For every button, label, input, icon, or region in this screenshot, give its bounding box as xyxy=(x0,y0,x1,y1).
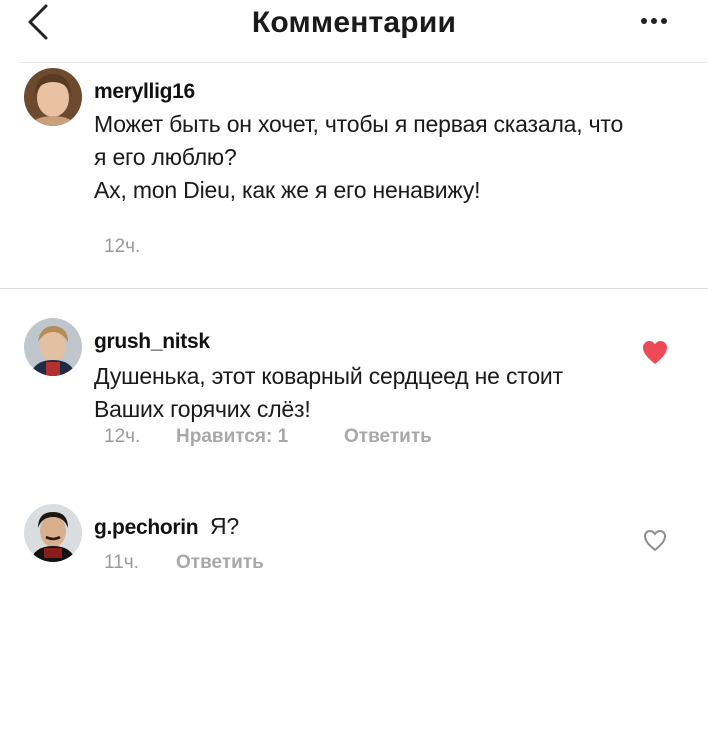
comment-timestamp: 11ч. xyxy=(104,552,139,573)
comment-line: Ах, mon Dieu, как же я его ненавижу! xyxy=(94,177,481,203)
comment-username[interactable]: g.pechorin xyxy=(94,516,199,540)
comment-text: Может быть он хочет, чтобы я первая сказ… xyxy=(94,108,623,207)
reply-button[interactable]: Ответить xyxy=(176,552,264,574)
avatar[interactable] xyxy=(24,68,82,126)
more-options-button[interactable] xyxy=(636,8,672,34)
heart-outline-icon xyxy=(643,529,667,552)
avatar[interactable] xyxy=(24,318,82,376)
comment-timestamp: 12ч. xyxy=(104,426,141,447)
comment-line: Может быть он хочет, чтобы я первая сказ… xyxy=(94,111,624,137)
comment-text: Я? xyxy=(210,513,240,539)
avatar-image xyxy=(24,504,82,562)
avatar-image xyxy=(24,318,82,376)
likes-count-button[interactable]: Нравится: 1 xyxy=(176,426,288,448)
comment-username[interactable]: meryllig16 xyxy=(94,80,195,104)
like-button[interactable] xyxy=(640,338,670,366)
heart-filled-icon xyxy=(643,341,667,364)
comment-line: Ваших горячих слёз! xyxy=(94,396,311,422)
reply-button[interactable]: Ответить xyxy=(344,426,432,448)
comment-line: Душенька, этот коварный сердцеед не стои… xyxy=(94,363,563,389)
top-bar: Комментарии xyxy=(0,0,708,62)
comment-line: я его люблю? xyxy=(94,144,237,170)
comment-timestamp: 12ч. xyxy=(104,236,141,257)
more-horizontal-icon xyxy=(641,18,667,24)
divider xyxy=(0,288,708,289)
like-button[interactable] xyxy=(640,526,670,554)
page-title: Комментарии xyxy=(251,6,457,39)
comment-text: Душенька, этот коварный сердцеед не стои… xyxy=(94,360,563,426)
avatar[interactable] xyxy=(24,504,82,562)
avatar-image xyxy=(24,68,82,126)
header-divider xyxy=(20,62,708,63)
comment-username[interactable]: grush_nitsk xyxy=(94,330,210,354)
